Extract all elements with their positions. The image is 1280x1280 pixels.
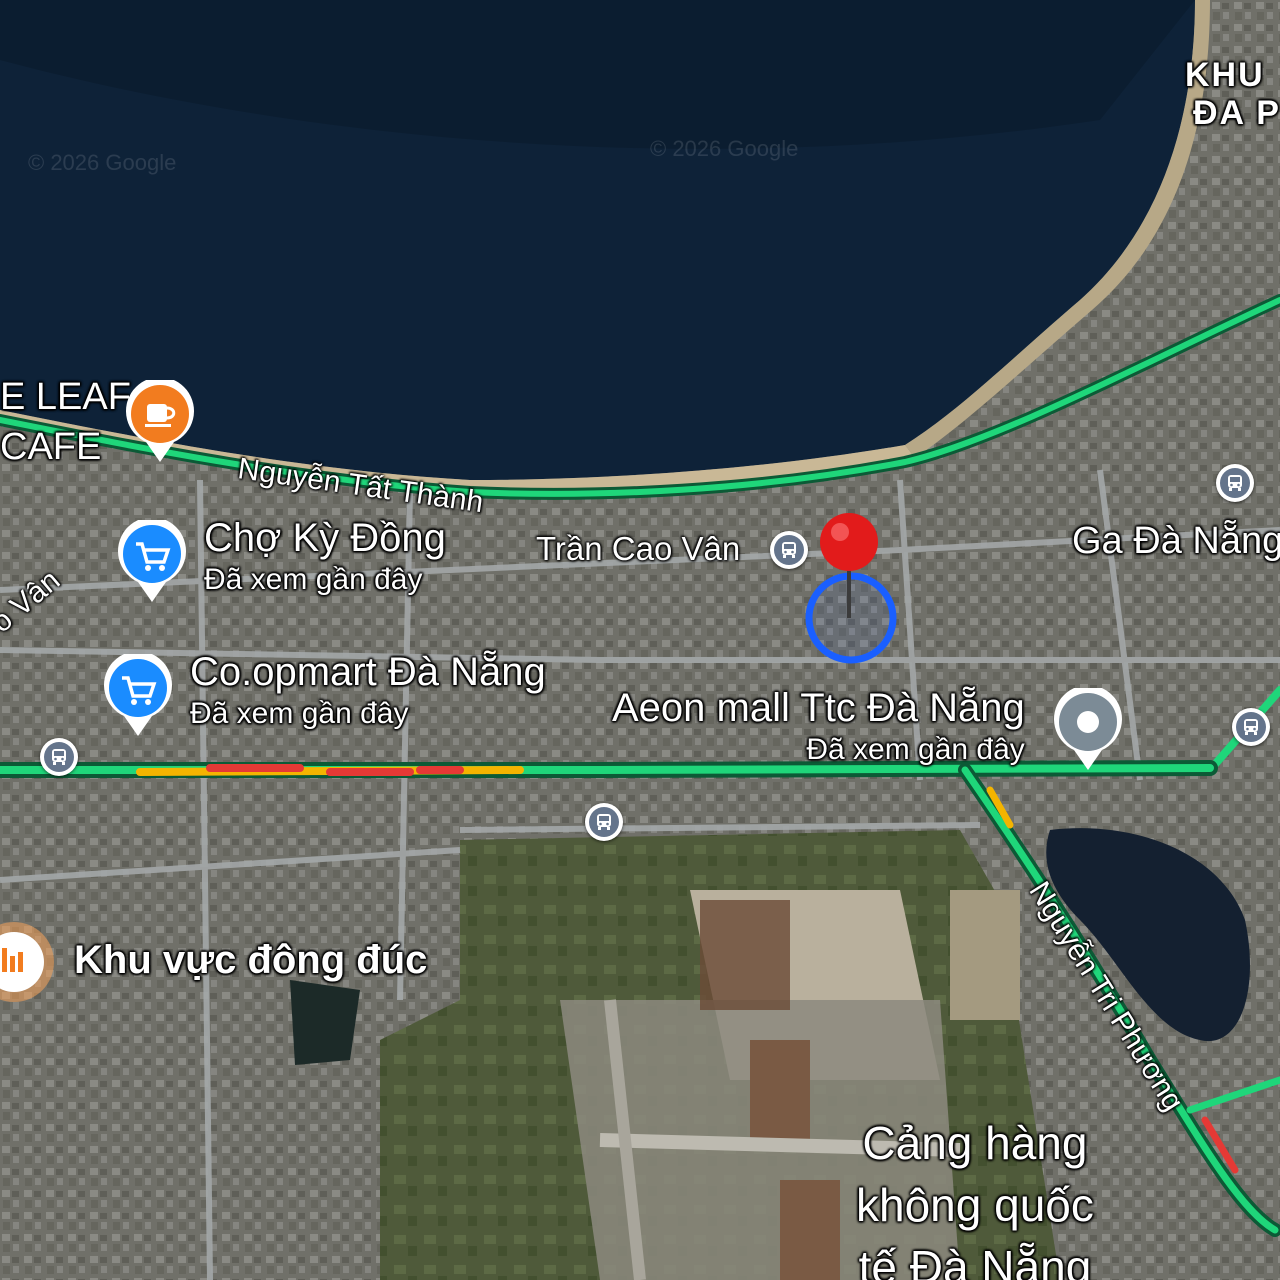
- map-view[interactable]: © 2026 Google © 2026 Google KHU ĐA P E LE…: [0, 0, 1280, 1280]
- google-watermark: © 2026 Google: [28, 150, 177, 175]
- place-dot-icon[interactable]: [1052, 688, 1124, 772]
- shopping-cart-icon[interactable]: [102, 654, 174, 738]
- place-status: Đã xem gần đây: [806, 733, 1025, 766]
- bus-stop[interactable]: [770, 531, 808, 569]
- place-label-leaf-cafe[interactable]: E LEAF CAFE: [0, 372, 131, 472]
- area-label-khu: KHU ĐA P: [1185, 56, 1280, 132]
- road-label-tran-cao-van: Trần Cao Vân: [536, 530, 741, 567]
- place-label-ga-da-nang[interactable]: Ga Đà Nẵng: [1072, 520, 1280, 563]
- bus-icon: [774, 535, 804, 565]
- place-status: Đã xem gần đây: [190, 697, 409, 730]
- map-pin-icon[interactable]: [816, 510, 882, 622]
- bus-icon: [589, 807, 619, 837]
- place-status: Đã xem gần đây: [204, 563, 423, 596]
- place-label-aeon[interactable]: Aeon mall Ttc Đà Nẵng Đã xem gần đây: [612, 686, 1025, 767]
- place-label-coopmart[interactable]: Co.opmart Đà Nẵng Đã xem gần đây: [190, 650, 546, 731]
- place-label-airport[interactable]: Cảng hàng không quốc tế Đà Nẵng: [856, 1112, 1094, 1280]
- shopping-cart-icon[interactable]: [116, 520, 188, 604]
- bar-chart-icon[interactable]: [0, 904, 62, 1024]
- coffee-cup-icon[interactable]: [124, 380, 196, 464]
- bus-stop[interactable]: [585, 803, 623, 841]
- bus-stop[interactable]: [1232, 708, 1270, 746]
- place-label-khu-dong-duc[interactable]: Khu vực đông đúc: [74, 938, 427, 983]
- bus-stop[interactable]: [40, 738, 78, 776]
- bus-stop[interactable]: [1216, 464, 1254, 502]
- place-name: Co.opmart Đà Nẵng: [190, 650, 546, 694]
- bus-icon: [1220, 468, 1250, 498]
- place-name: Chợ Kỳ Đồng: [204, 516, 446, 560]
- place-name: Aeon mall Ttc Đà Nẵng: [612, 686, 1025, 730]
- satellite-base-map: [0, 0, 1280, 1280]
- bus-icon: [44, 742, 74, 772]
- place-label-cho-ky-dong[interactable]: Chợ Kỳ Đồng Đã xem gần đây: [204, 516, 446, 597]
- bus-icon: [1236, 712, 1266, 742]
- google-watermark: © 2026 Google: [650, 136, 799, 161]
